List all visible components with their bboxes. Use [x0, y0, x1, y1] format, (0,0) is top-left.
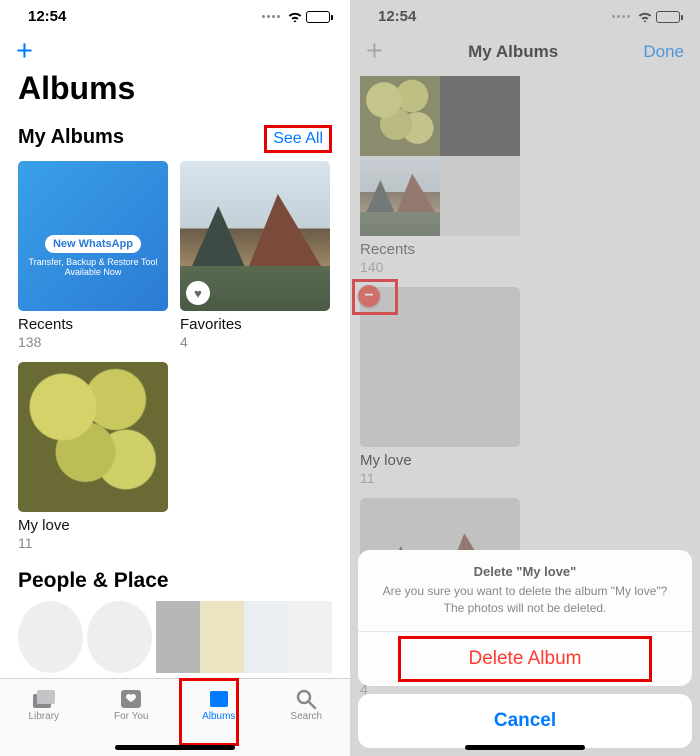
- status-time: 12:54: [378, 8, 416, 25]
- my-albums-header: My Albums See All: [0, 119, 350, 161]
- album-name: Recents: [18, 316, 168, 333]
- tab-library[interactable]: Library: [0, 679, 88, 756]
- my-albums-edit-screen: 12:54 + My Albums Done Recents 140: [350, 0, 700, 756]
- album-thumb-favorites: ♥: [180, 161, 330, 311]
- tab-search[interactable]: Search: [263, 679, 351, 756]
- album-name: Favorites: [180, 316, 330, 333]
- see-all-link[interactable]: See All: [273, 130, 323, 147]
- status-icons: [262, 9, 330, 25]
- action-sheet-title: Delete "My love": [376, 564, 674, 579]
- home-indicator[interactable]: [115, 745, 235, 750]
- albums-grid: New WhatsApp Transfer, Backup & Restore …: [0, 161, 350, 551]
- album-count: 4: [180, 334, 330, 350]
- people-places-row: [0, 601, 350, 673]
- highlight-albums-tab: [179, 678, 239, 746]
- highlight-delete-album: [398, 636, 652, 682]
- page-title: Albums: [0, 70, 350, 119]
- nav-title: My Albums: [383, 42, 643, 62]
- status-bar: 12:54: [350, 0, 700, 27]
- library-icon: [30, 687, 58, 711]
- highlight-delete-badge: [352, 279, 398, 315]
- wifi-icon: [637, 9, 653, 25]
- status-time: 12:54: [28, 8, 66, 25]
- add-button[interactable]: +: [366, 37, 383, 66]
- cancel-button[interactable]: Cancel: [358, 694, 692, 748]
- action-sheet-message: Are you sure you want to delete the albu…: [376, 583, 674, 617]
- album-name: My love: [18, 517, 168, 534]
- action-sheet: Delete "My love" Are you sure you want t…: [358, 550, 692, 748]
- album-thumb-recents: New WhatsApp Transfer, Backup & Restore …: [18, 161, 168, 311]
- tab-label: Library: [28, 711, 59, 722]
- search-icon: [292, 687, 320, 711]
- section-title-my-albums: My Albums: [18, 126, 124, 149]
- highlight-see-all: See All: [264, 125, 332, 153]
- album-count: 11: [360, 470, 520, 486]
- status-bar: 12:54: [0, 0, 350, 27]
- albums-screen: 12:54 + Albums My Albums See All New Wha…: [0, 0, 350, 756]
- places-tile[interactable]: [156, 601, 332, 673]
- album-thumb-mylove: [18, 362, 168, 512]
- album-favorites[interactable]: ♥ Favorites 4: [180, 161, 330, 350]
- album-mylove[interactable]: − My love 11: [360, 287, 520, 486]
- action-sheet-card: Delete "My love" Are you sure you want t…: [358, 550, 692, 686]
- tab-bar: Library For You Albums Search: [0, 678, 350, 756]
- tab-label: For You: [114, 711, 148, 722]
- album-mylove[interactable]: My love 11: [18, 362, 168, 551]
- heart-icon: ♥: [186, 281, 210, 305]
- home-indicator[interactable]: [465, 745, 585, 750]
- for-you-icon: [117, 687, 145, 711]
- done-button[interactable]: Done: [643, 42, 684, 62]
- nav-bar: + My Albums Done: [350, 27, 700, 76]
- album-count: 11: [18, 535, 168, 551]
- album-recents[interactable]: Recents 140: [360, 76, 520, 275]
- battery-icon: [306, 11, 330, 23]
- album-name: My love: [360, 452, 520, 469]
- album-thumb-recents: [360, 76, 520, 236]
- album-recents[interactable]: New WhatsApp Transfer, Backup & Restore …: [18, 161, 168, 350]
- album-name: Recents: [360, 241, 520, 258]
- battery-icon: [656, 11, 680, 23]
- album-count: 138: [18, 334, 168, 350]
- nav-bar: +: [0, 27, 350, 70]
- status-icons: [612, 9, 680, 25]
- promo-pill: New WhatsApp: [45, 235, 141, 253]
- section-title-people-places: People & Place: [0, 551, 350, 601]
- person-avatar[interactable]: [87, 601, 152, 673]
- person-avatar[interactable]: [18, 601, 83, 673]
- action-sheet-header: Delete "My love" Are you sure you want t…: [358, 550, 692, 632]
- tab-label: Search: [290, 711, 322, 722]
- add-button[interactable]: +: [16, 37, 33, 66]
- album-count: 140: [360, 259, 520, 275]
- wifi-icon: [287, 9, 303, 25]
- promo-subtext: Transfer, Backup & Restore Tool Availabl…: [24, 257, 162, 277]
